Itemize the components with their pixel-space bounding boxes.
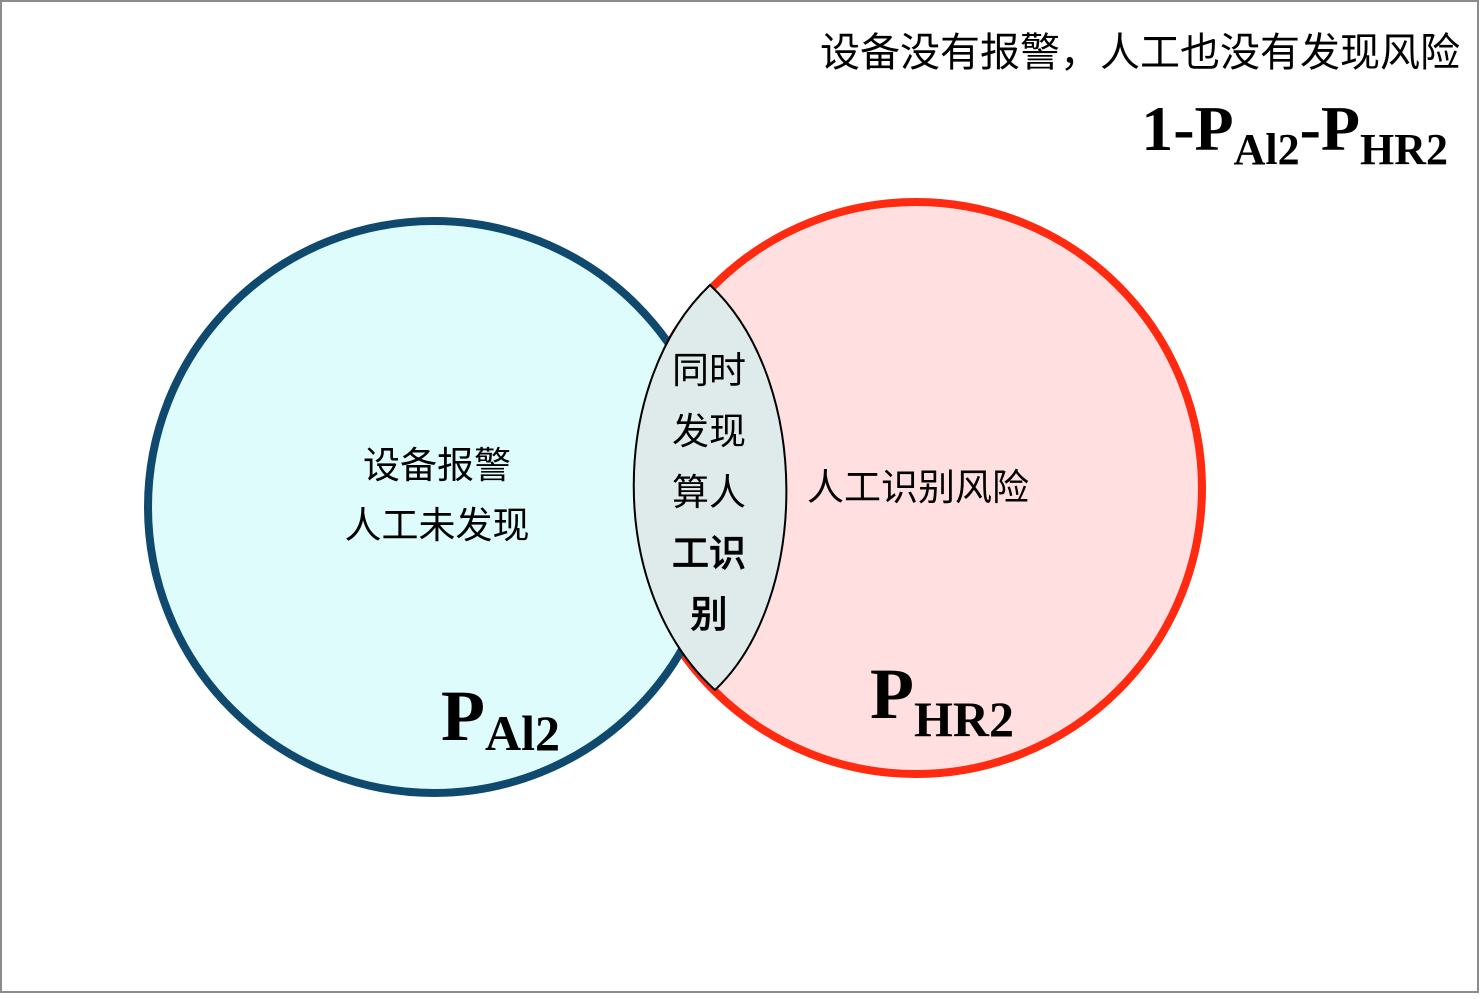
right-label: 人工识别风险 — [807, 466, 1029, 509]
left-symbol-p: P — [441, 676, 485, 756]
overlap-line4: 工识 — [672, 532, 746, 575]
overlap-line2: 发现 — [672, 410, 746, 453]
formula-sub-al2: Al2 — [1234, 125, 1300, 174]
overlap-line1: 同时 — [672, 349, 746, 392]
formula-sub-hr2: HR2 — [1360, 125, 1448, 174]
overlap-line5: 别 — [691, 593, 728, 636]
right-symbol-p: P — [870, 654, 914, 734]
left-label-line1: 设备报警 — [363, 444, 511, 487]
venn-svg: 设备没有报警，人工也没有发现风险 1-PAl2-PHR2 设备报警 人工未发现 … — [0, 0, 1479, 993]
overlap-line3: 算人 — [672, 471, 746, 514]
formula-mid: -P — [1300, 93, 1360, 164]
left-symbol-sub: Al2 — [485, 705, 560, 761]
formula-lead: 1-P — [1141, 93, 1233, 164]
right-symbol-sub: HR2 — [914, 691, 1014, 747]
top-caption: 设备没有报警，人工也没有发现风险 — [820, 30, 1460, 76]
venn-diagram: 设备没有报警，人工也没有发现风险 1-PAl2-PHR2 设备报警 人工未发现 … — [0, 0, 1480, 994]
left-label-line2: 人工未发现 — [345, 504, 530, 547]
